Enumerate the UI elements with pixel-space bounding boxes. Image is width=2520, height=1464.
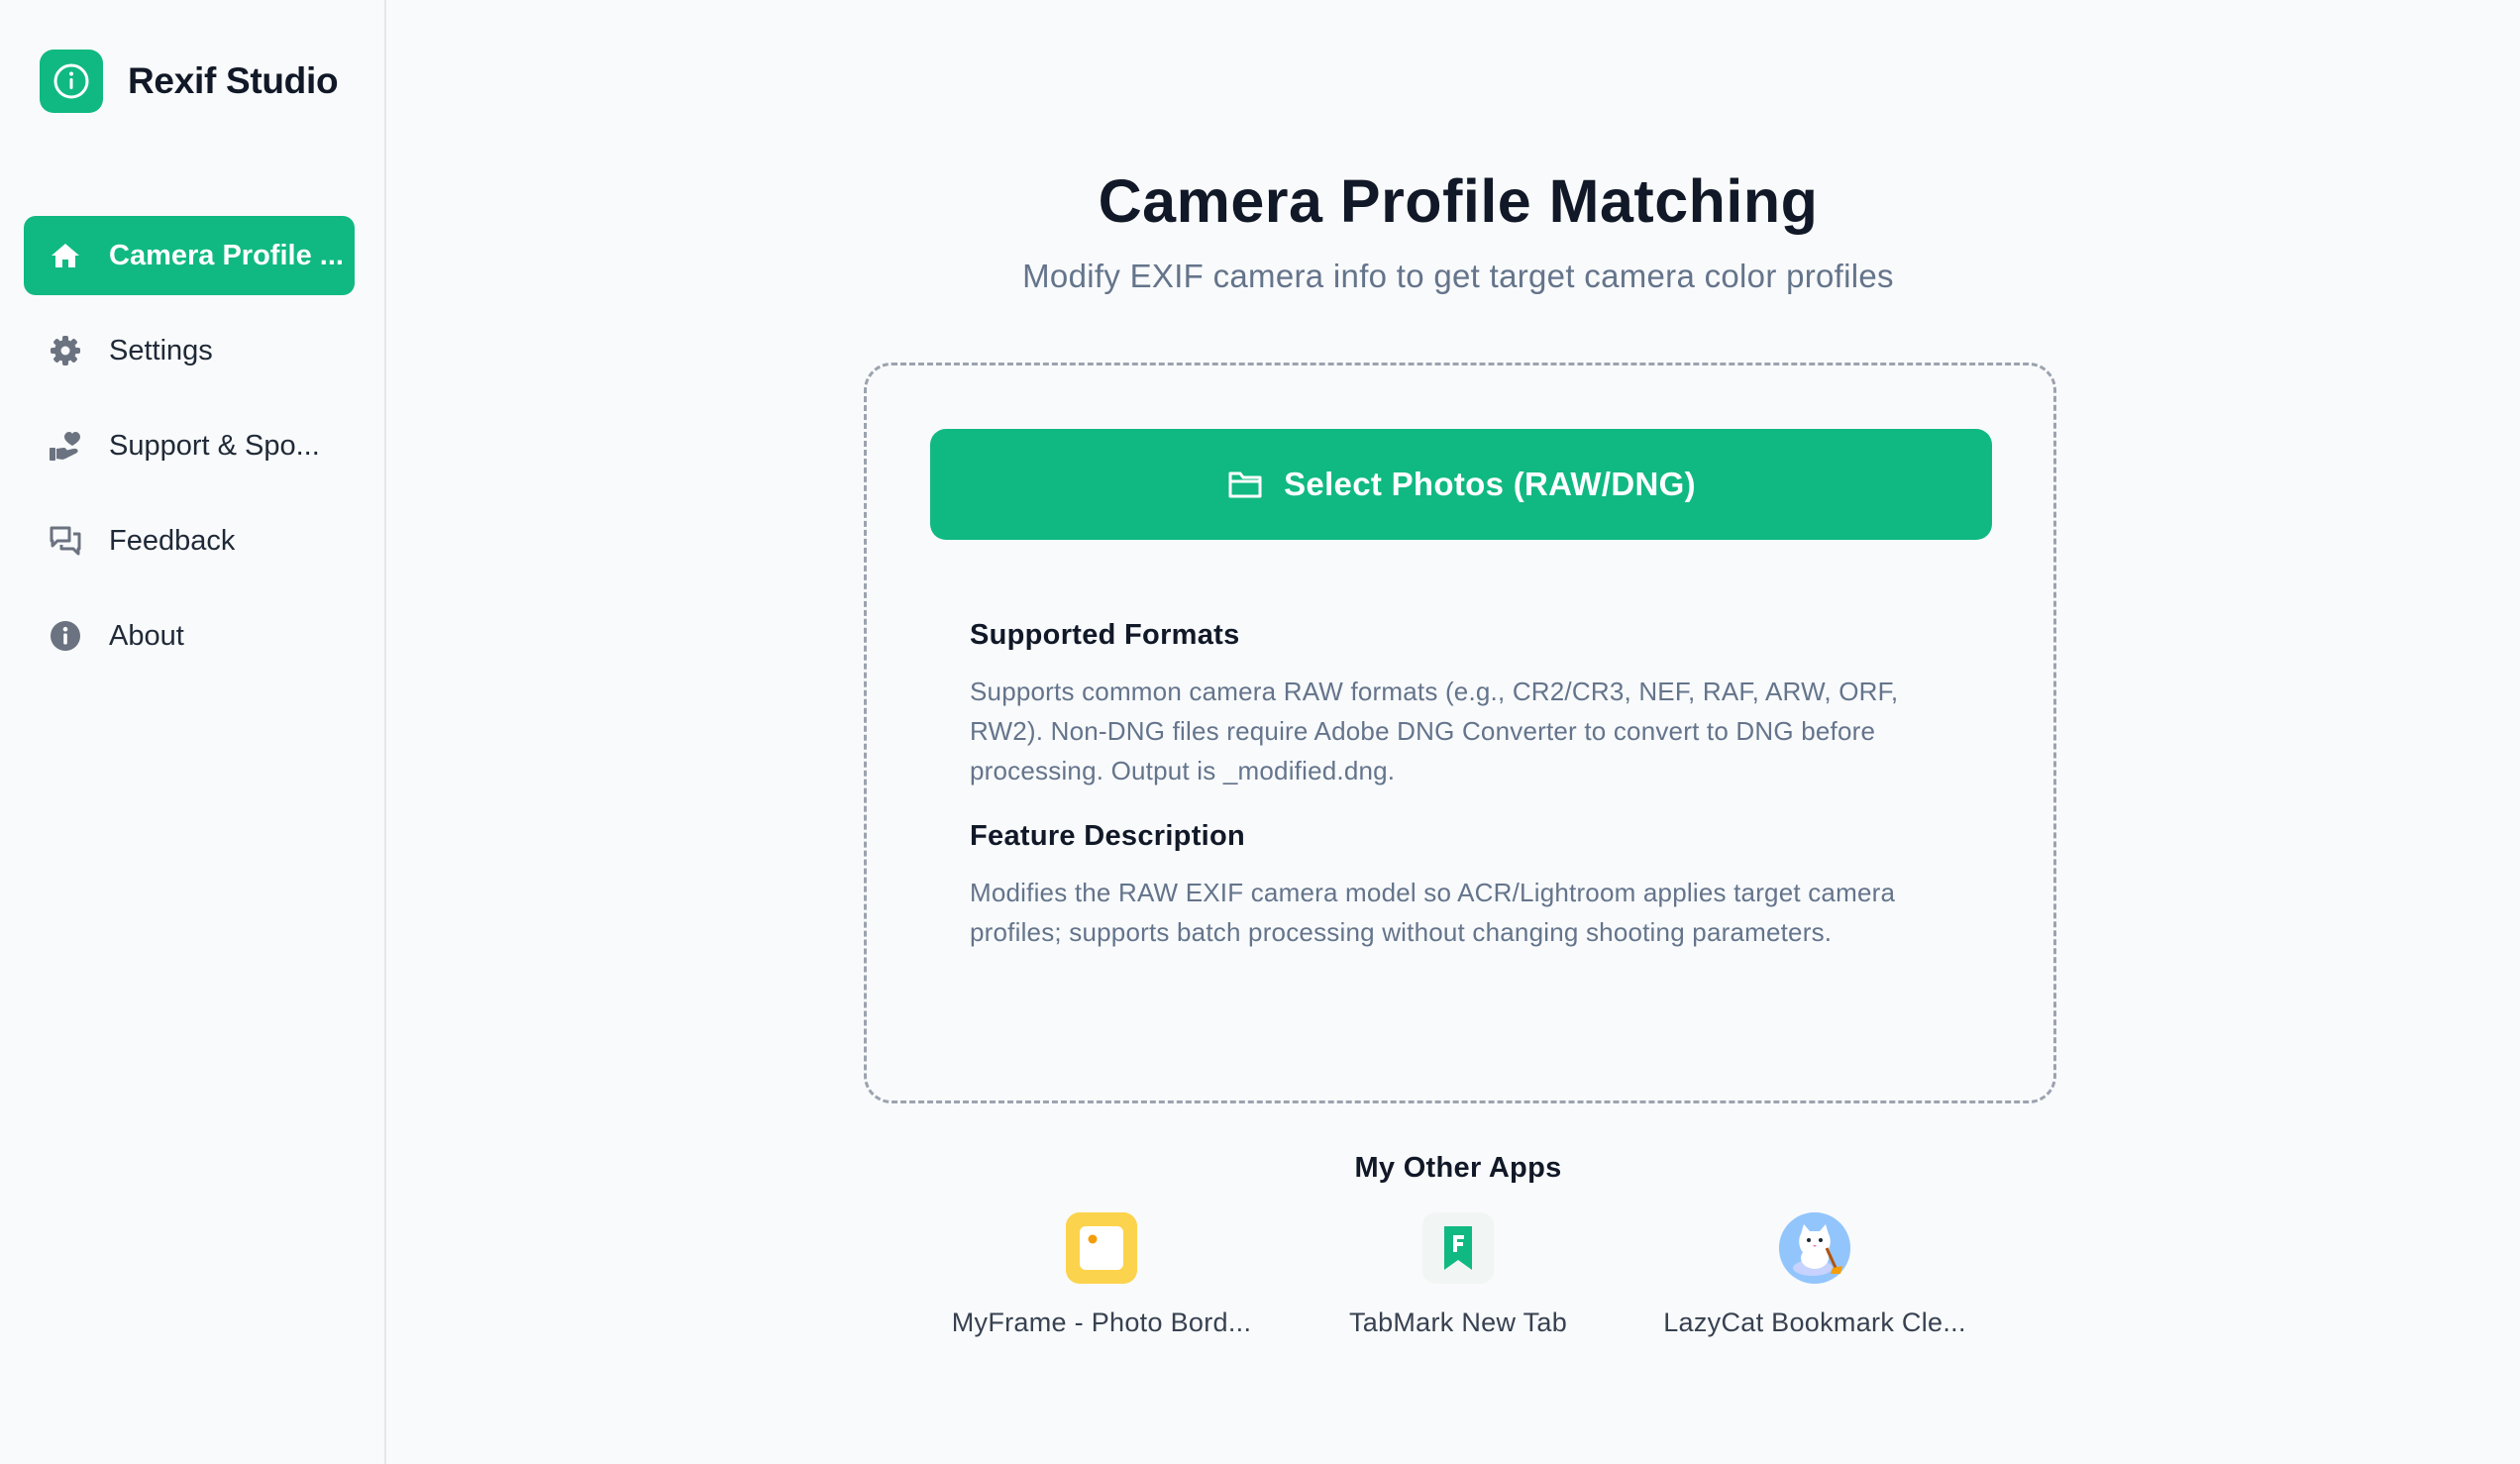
- folder-icon: [1226, 466, 1264, 503]
- chat-bubbles-icon: [48, 523, 83, 559]
- tabmark-app-icon: [1422, 1212, 1494, 1284]
- main-content: Camera Profile Matching Modify EXIF came…: [388, 0, 2520, 1464]
- other-apps-title: My Other Apps: [1354, 1152, 1562, 1184]
- sidebar-item-label: Settings: [109, 334, 213, 366]
- app-card-myframe[interactable]: MyFrame - Photo Bord...: [943, 1212, 1260, 1338]
- page-title: Camera Profile Matching: [1098, 167, 1819, 235]
- sidebar: Rexif Studio Camera Profile ... Settings…: [0, 0, 386, 1464]
- info-card: Supported Formats Supports common camera…: [930, 589, 1992, 1041]
- app-window: Rexif Studio Camera Profile ... Settings…: [0, 0, 2520, 1464]
- sidebar-item-camera-profile[interactable]: Camera Profile ...: [24, 216, 355, 295]
- feature-description-text: Modifies the RAW EXIF camera model so AC…: [970, 878, 1896, 947]
- lazycat-app-icon: [1779, 1212, 1850, 1284]
- app-name: Rexif Studio: [128, 59, 339, 101]
- sidebar-item-feedback[interactable]: Feedback: [24, 501, 355, 580]
- myframe-app-icon: [1066, 1212, 1137, 1284]
- info-circle-icon: [40, 49, 103, 113]
- feature-description-heading: Feature Description: [970, 820, 1246, 852]
- hand-heart-icon: [48, 428, 83, 464]
- home-icon: [48, 238, 83, 273]
- select-photos-label: Select Photos (RAW/DNG): [1284, 466, 1696, 502]
- sidebar-item-about[interactable]: About: [24, 596, 355, 676]
- file-dropzone[interactable]: Select Photos (RAW/DNG) Supported Format…: [864, 363, 2056, 1103]
- app-name-lazycat: LazyCat Bookmark Cle...: [1663, 1307, 1966, 1337]
- gear-icon: [48, 333, 83, 368]
- page-subtitle: Modify EXIF camera info to get target ca…: [1022, 258, 1894, 294]
- supported-formats-heading: Supported Formats: [970, 619, 1240, 651]
- select-photos-button[interactable]: Select Photos (RAW/DNG): [930, 429, 1992, 540]
- sidebar-item-label: About: [109, 619, 184, 652]
- supported-formats-text: Supports common camera RAW formats (e.g.…: [970, 677, 1899, 785]
- sidebar-nav: Camera Profile ... Settings Support & Sp…: [24, 216, 355, 691]
- app-name-tabmark: TabMark New Tab: [1348, 1307, 1568, 1337]
- info-icon: [48, 618, 83, 654]
- sidebar-item-label: Support & Spo...: [109, 429, 320, 462]
- app-card-tabmark[interactable]: TabMark New Tab: [1300, 1212, 1617, 1338]
- brand: Rexif Studio: [40, 49, 339, 113]
- sidebar-item-support[interactable]: Support & Spo...: [24, 406, 355, 485]
- sidebar-item-label: Feedback: [109, 524, 236, 557]
- sidebar-item-label: Camera Profile ...: [109, 239, 344, 271]
- sidebar-item-settings[interactable]: Settings: [24, 311, 355, 390]
- app-card-lazycat[interactable]: LazyCat Bookmark Cle...: [1656, 1212, 1973, 1338]
- app-name-myframe: MyFrame - Photo Bord...: [951, 1307, 1252, 1337]
